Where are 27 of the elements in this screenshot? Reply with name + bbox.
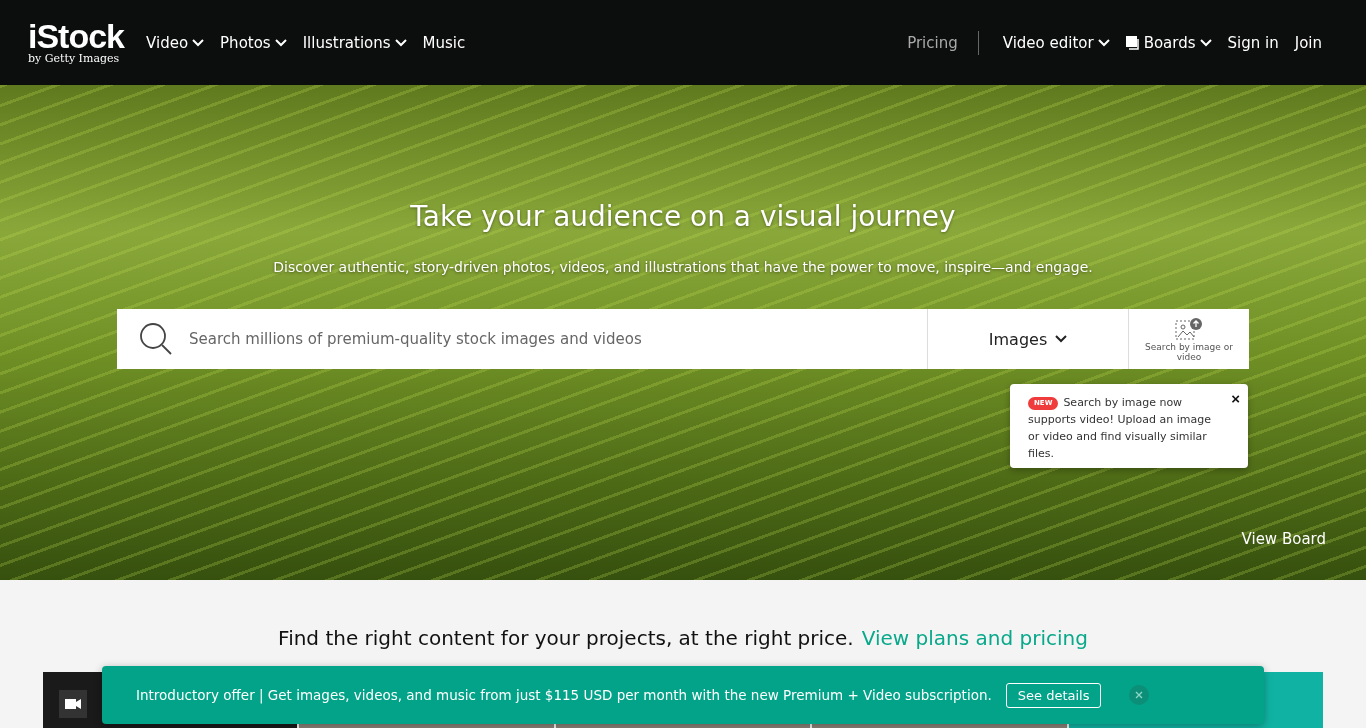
hero-title: Take your audience on a visual journey <box>410 200 956 233</box>
video-camera-icon <box>59 690 87 718</box>
nav-link[interactable]: Video editor <box>1002 33 1110 52</box>
nav-link[interactable]: Join <box>1294 33 1322 52</box>
view-board-link[interactable]: View Board <box>1241 530 1326 548</box>
image-upload-icon <box>1175 316 1203 341</box>
close-button[interactable]: × <box>1231 390 1240 407</box>
nav-link[interactable]: Video <box>146 33 205 52</box>
chevron-down-icon <box>1199 38 1212 47</box>
media-type-dropdown[interactable]: Images <box>927 309 1128 369</box>
nav-link[interactable]: Sign in <box>1227 33 1279 52</box>
chevron-down-icon <box>1097 38 1110 47</box>
chevron-down-icon <box>1055 335 1068 343</box>
nav-link[interactable]: Music <box>422 33 466 52</box>
offer-text: Introductory offer | Get images, videos, and music from just $115 USD per month with the new Premium + Video subscription. <box>136 687 992 703</box>
istock-logo[interactable]: iStock by Getty Images <box>28 20 125 65</box>
boards-icon <box>1125 35 1140 50</box>
close-icon <box>1135 691 1144 699</box>
boards-menu[interactable]: Boards <box>1125 33 1212 52</box>
visual-search-button[interactable]: Search by image or video <box>1128 309 1249 369</box>
promo-text: Find the right content for your projects, at the right price. <box>278 626 854 650</box>
nav-link[interactable]: Illustrations <box>302 33 407 52</box>
nav-link[interactable]: Photos <box>220 33 287 52</box>
close-button[interactable] <box>1129 685 1150 705</box>
search-icon <box>139 322 173 356</box>
pricing-link[interactable]: Pricing <box>907 33 958 52</box>
hero-subtitle: Discover authentic, story-driven photos, videos, and illustrations that have the power to move, inspire—and engage. <box>273 259 1093 275</box>
